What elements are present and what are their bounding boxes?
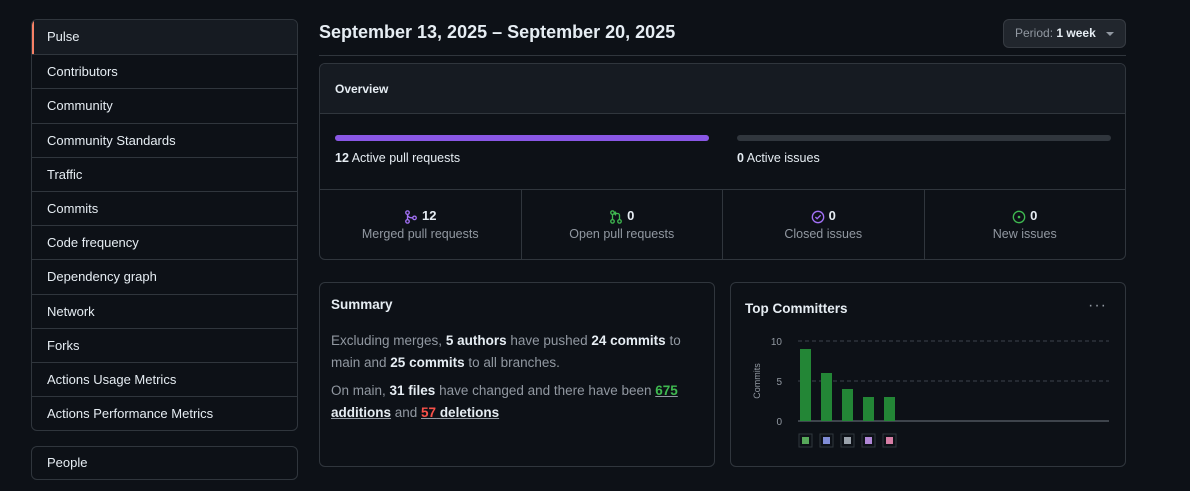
y-axis-label: Commits [752, 363, 762, 399]
stat-count: 0 [828, 208, 836, 224]
active-pull-requests-count: 12 [335, 151, 349, 165]
stat-label: New issues [992, 226, 1057, 241]
issue-closed-icon [811, 208, 825, 224]
stat-label: Closed issues [784, 226, 863, 241]
active-issues-count: 0 [737, 151, 744, 165]
committer-bar [842, 389, 853, 421]
pull-requests-bar [335, 135, 709, 141]
committer-bar [863, 397, 874, 421]
summary-text: have changed and there have been [435, 383, 656, 398]
deletions-link[interactable]: 57 deletions [421, 405, 499, 420]
sidebar-item-actions-performance-metrics[interactable]: Actions Performance Metrics [32, 396, 297, 430]
period-prefix: Period: [1015, 26, 1054, 40]
stat-label: Open pull requests [569, 226, 675, 241]
sidebar-item-contributors[interactable]: Contributors [32, 54, 297, 88]
committer-avatar-pattern [865, 437, 872, 444]
committer-bar [884, 397, 895, 421]
sidebar-item-code-frequency[interactable]: Code frequency [32, 225, 297, 259]
summary-panel: Summary Excluding merges, 5 authors have… [319, 282, 715, 467]
active-issues-label: Active issues [746, 151, 820, 165]
sidebar-item-network[interactable]: Network [32, 293, 297, 328]
active-issues[interactable]: 0 Active issues [737, 151, 820, 165]
stat-count: 0 [627, 208, 635, 224]
y-tick-label: 0 [776, 417, 782, 428]
summary-title: Summary [331, 297, 393, 312]
files-changed-count: 31 files [389, 383, 436, 398]
y-tick-label: 10 [771, 337, 783, 348]
sidebar-item-people[interactable]: People [31, 446, 298, 480]
overview-panel: Overview 12 Active pull requests 0 Activ… [319, 63, 1126, 260]
sidebar-item-dependency-graph[interactable]: Dependency graph [32, 259, 297, 293]
insights-sidebar: Pulse Contributors Community Community Stan… [31, 19, 298, 432]
stat-closed-issues[interactable]: 0 Closed issues [722, 190, 924, 259]
stat-count-row: 0 [609, 208, 634, 224]
stat-count: 0 [1030, 208, 1038, 224]
summary-commits-text: Excluding merges, 5 authors have pushed … [331, 330, 703, 374]
sidebar-item-community-standards[interactable]: Community Standards [32, 122, 297, 157]
commits-count: 24 commits [591, 333, 666, 348]
sidebar-item-forks[interactable]: Forks [32, 327, 297, 362]
stat-count-row: 12 [404, 208, 436, 224]
active-pull-requests[interactable]: 12 Active pull requests [335, 151, 460, 165]
committer-avatar-pattern [823, 437, 830, 444]
active-pull-requests-label: Active pull requests [351, 151, 461, 165]
additions-count: 675 [655, 383, 678, 398]
period-value: 1 week [1056, 26, 1096, 40]
issues-bar-track [737, 135, 1111, 141]
committer-avatar-pattern [886, 437, 893, 444]
deletions-count: 57 [421, 405, 437, 420]
pull-request-icon [609, 208, 623, 224]
additions-label: additions [331, 405, 391, 420]
stat-count: 12 [422, 208, 437, 224]
committer-bar [821, 373, 832, 421]
sidebar-item-community[interactable]: Community [32, 88, 297, 122]
commits-all-branches-count: 25 commits [390, 355, 465, 370]
sidebar-item-actions-usage-metrics[interactable]: Actions Usage Metrics [32, 361, 297, 396]
page-title: September 13, 2025 – September 20, 2025 [319, 22, 676, 42]
merge-icon [404, 208, 418, 224]
sidebar-item-pulse[interactable]: Pulse [32, 20, 297, 55]
caret-down-icon [1106, 32, 1114, 36]
summary-text: have pushed [506, 333, 592, 348]
stat-count-row: 0 [811, 208, 836, 224]
summary-text: to all branches. [464, 355, 560, 370]
top-committers-chart: 0 5 10 Commits [752, 337, 1109, 448]
y-tick-label: 5 [776, 377, 782, 388]
stat-new-issues[interactable]: 0 New issues [923, 190, 1126, 259]
stat-count-row: 0 [1012, 208, 1037, 224]
issue-open-icon [1012, 208, 1026, 224]
stat-open-pull-requests[interactable]: 0 Open pull requests [520, 190, 723, 259]
sidebar-item-commits[interactable]: Commits [32, 190, 297, 225]
committer-avatar-pattern [802, 437, 809, 444]
summary-changes-text: On main, 31 files have changed and there… [331, 380, 703, 424]
top-committers-panel: Top Committers ··· 0 5 10 Commits [730, 282, 1126, 467]
stat-label: Merged pull requests [361, 226, 479, 241]
overview-title: Overview [320, 64, 1125, 114]
authors-count: 5 authors [445, 333, 507, 348]
committer-bar [800, 349, 811, 421]
summary-text: On main, [331, 383, 390, 398]
deletions-label: deletions [436, 405, 500, 420]
period-dropdown[interactable]: Period: 1 week [1003, 19, 1126, 48]
summary-text: Excluding merges, [331, 333, 446, 348]
stat-merged-pull-requests[interactable]: 12 Merged pull requests [320, 190, 521, 259]
sidebar-item-traffic[interactable]: Traffic [32, 156, 297, 191]
summary-text: and [391, 405, 422, 420]
overview-stats: 12 Merged pull requests 0 Open pull request… [320, 189, 1126, 259]
committer-avatar-pattern [844, 437, 851, 444]
header-divider [319, 55, 1126, 56]
